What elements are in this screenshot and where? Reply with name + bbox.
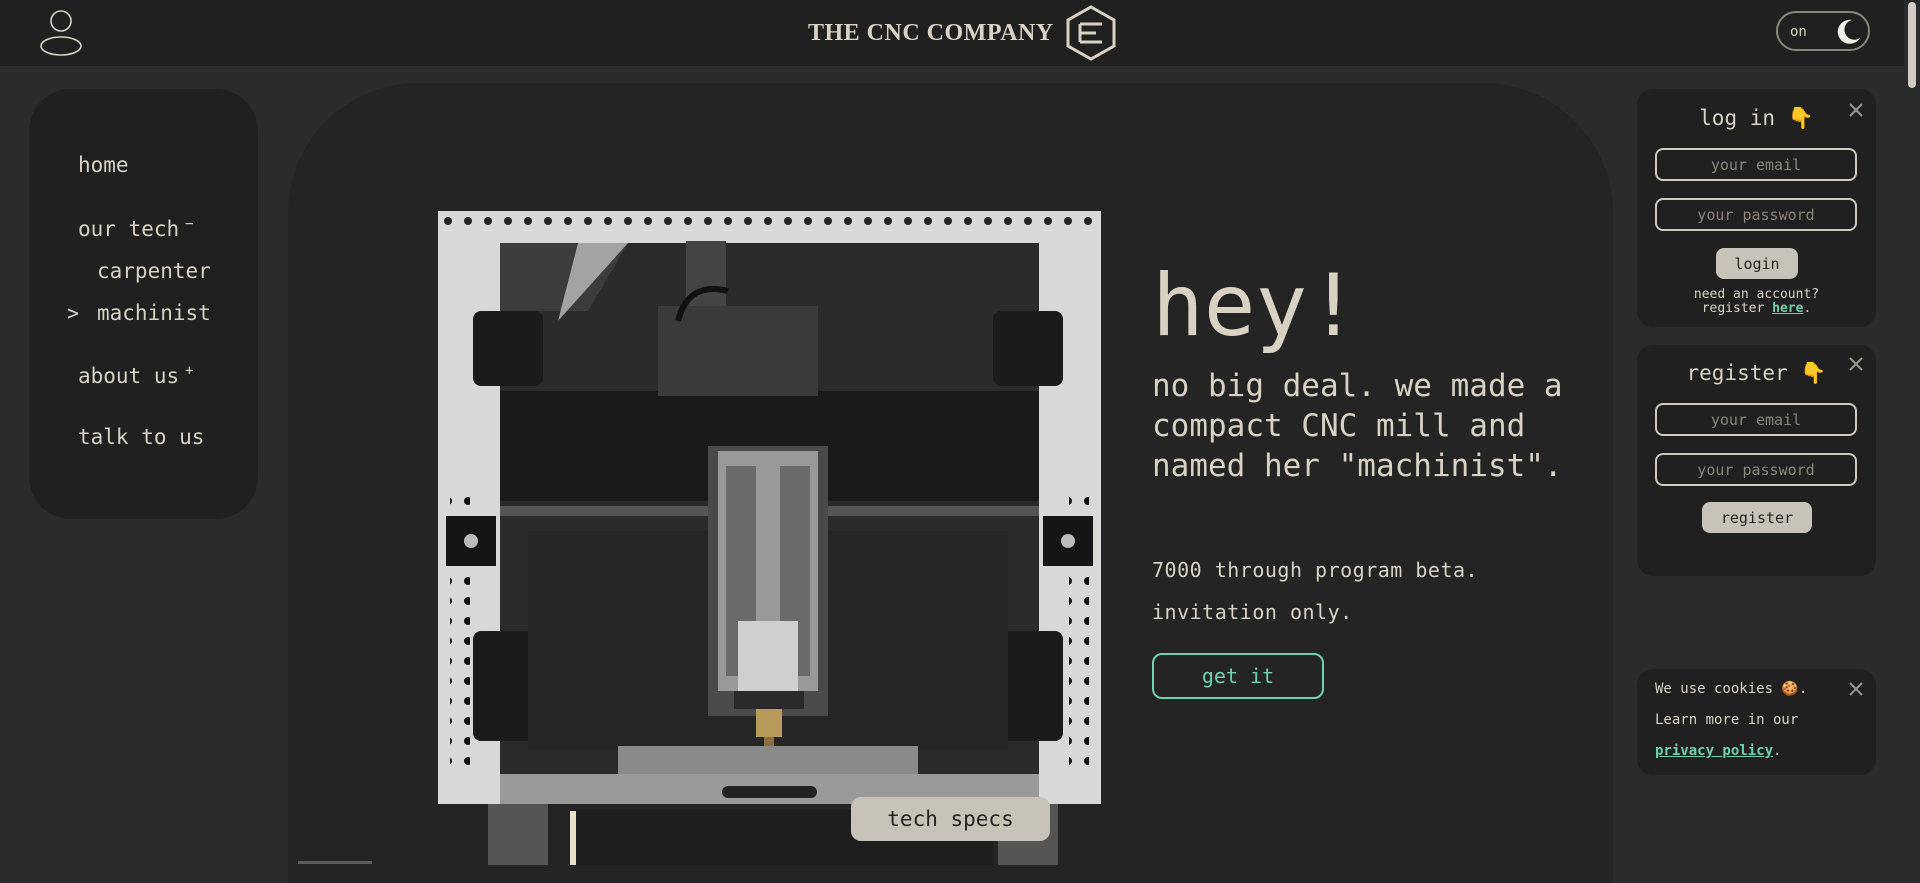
top-bar: THE CNC COMPANY on (0, 0, 1904, 66)
collapse-marker: − (185, 216, 194, 232)
invitation-text: invitation only. (1152, 600, 1353, 624)
moon-icon (1837, 19, 1860, 44)
get-it-button[interactable]: get it (1152, 653, 1324, 699)
brand[interactable]: THE CNC COMPANY (808, 4, 1118, 62)
dark-mode-toggle[interactable]: on (1776, 11, 1870, 51)
hero-subtitle: no big deal. we made a compact CNC mill … (1152, 368, 1563, 484)
nav-our-tech-label: our tech (78, 217, 180, 241)
need-account-text: need an account? (1693, 287, 1820, 302)
login-password-input[interactable] (1655, 198, 1857, 231)
login-button[interactable]: login (1716, 248, 1798, 279)
nav-our-tech[interactable]: our tech − (78, 216, 194, 241)
brand-name: THE CNC COMPANY (808, 19, 1054, 46)
nav-home-label: home (78, 153, 129, 177)
cookie-policy-line: privacy policy. (1655, 743, 1781, 759)
login-email-input[interactable] (1655, 148, 1857, 181)
register-card: register 👇 register (1637, 345, 1876, 576)
scrollbar-thumb[interactable] (1908, 2, 1916, 88)
nav-machinist[interactable]: machinist (97, 301, 211, 325)
pointing-down-icon: 👇 (1787, 106, 1814, 130)
nav-about-us-label: about us (78, 364, 180, 388)
login-title-text: log in (1699, 106, 1776, 130)
nav-talk-to-us[interactable]: talk to us (78, 425, 204, 449)
privacy-policy-link[interactable]: privacy policy (1655, 743, 1773, 759)
register-title-text: register (1686, 361, 1788, 385)
divider (298, 861, 372, 864)
nav-home[interactable]: home (78, 153, 129, 177)
register-title: register 👇 (1637, 361, 1876, 386)
pointing-down-icon: 👇 (1800, 361, 1827, 385)
cookie-learn-more: Learn more in our (1655, 712, 1799, 728)
cookie-text: We use cookies 🍪. (1655, 681, 1808, 697)
close-icon[interactable] (1848, 356, 1864, 372)
cookie-notice: We use cookies 🍪. Learn more in our priv… (1637, 669, 1876, 775)
register-email-input[interactable] (1655, 403, 1857, 436)
cnc-logo-icon (1066, 5, 1116, 61)
tech-specs-button[interactable]: tech specs (851, 797, 1050, 841)
toggle-label: on (1790, 24, 1807, 40)
register-hint-prefix: register (1701, 301, 1773, 316)
user-icon[interactable] (38, 8, 84, 56)
page-scrollbar[interactable] (1904, 0, 1920, 865)
current-arrow-icon: > (67, 301, 80, 325)
register-password-input[interactable] (1655, 453, 1857, 486)
register-button[interactable]: register (1702, 502, 1812, 533)
close-icon[interactable] (1848, 102, 1864, 118)
login-title: log in 👇 (1637, 106, 1876, 131)
cnc-machine-image (438, 211, 1101, 865)
register-hint-suffix: . (1803, 301, 1812, 316)
expand-marker: + (185, 363, 194, 379)
close-icon[interactable] (1848, 681, 1864, 697)
register-here-link[interactable]: here (1772, 301, 1803, 316)
program-beta-text: 7000 through program beta. (1152, 558, 1479, 582)
sidebar-nav: home our tech − carpenter > machinist abo… (29, 89, 258, 519)
hero-title: hey! (1152, 256, 1360, 356)
login-card: log in 👇 login need an account? register… (1637, 89, 1876, 327)
register-hint: register here. (1637, 302, 1876, 316)
cookie-policy-suffix: . (1773, 743, 1782, 759)
nav-carpenter[interactable]: carpenter (97, 259, 211, 283)
nav-about-us[interactable]: about us + (78, 363, 194, 388)
